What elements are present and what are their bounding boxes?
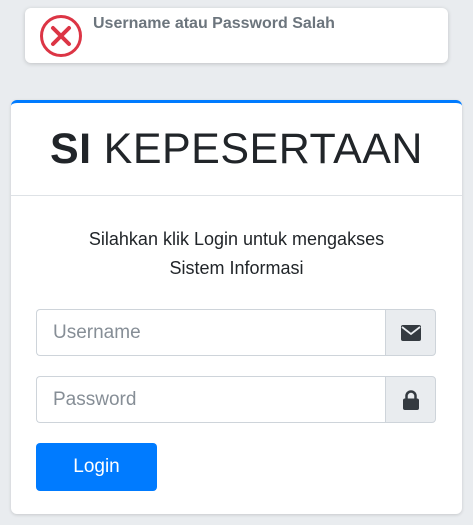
username-addon bbox=[385, 309, 436, 356]
password-addon bbox=[385, 376, 436, 423]
login-instructions: Silahkan klik Login untuk mengakses Sist… bbox=[11, 225, 462, 283]
app-title-rest: KEPESERTAAN bbox=[103, 124, 423, 173]
login-instructions-line1: Silahkan klik Login untuk mengakses bbox=[88, 229, 385, 249]
error-message: Username atau Password Salah bbox=[93, 15, 335, 32]
password-group bbox=[36, 376, 436, 423]
login-button[interactable]: Login bbox=[36, 443, 157, 491]
error-toast: Username atau Password Salah bbox=[25, 8, 448, 63]
app-title: SI KEPESERTAAN bbox=[11, 103, 462, 196]
username-group bbox=[36, 309, 436, 356]
login-instructions-line2: Sistem Informasi bbox=[169, 258, 304, 278]
password-input[interactable] bbox=[36, 376, 385, 423]
username-input[interactable] bbox=[36, 309, 385, 356]
envelope-icon bbox=[400, 324, 421, 341]
app-title-bold: SI bbox=[50, 124, 92, 173]
error-x-circle-icon bbox=[40, 15, 82, 57]
lock-icon bbox=[402, 389, 419, 410]
login-card: SI KEPESERTAAN Silahkan klik Login untuk… bbox=[11, 100, 462, 514]
